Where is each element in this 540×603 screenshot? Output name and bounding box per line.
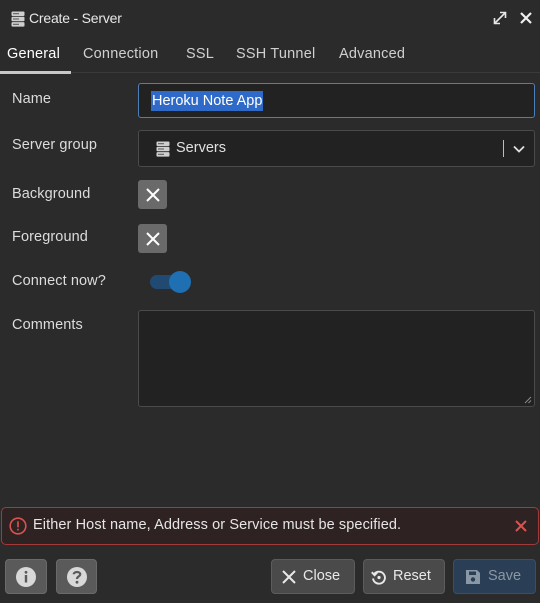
tab-connection[interactable]: Connection	[83, 36, 158, 73]
connect-now-toggle[interactable]	[150, 271, 191, 293]
select-separator	[503, 140, 504, 157]
connect-now-label: Connect now?	[12, 273, 106, 289]
comments-label: Comments	[12, 317, 83, 333]
tab-bar: General Connection SSL SSH Tunnel Advanc…	[0, 36, 540, 73]
server-icon	[156, 141, 170, 157]
server-group-label: Server group	[12, 137, 98, 153]
expand-icon[interactable]	[491, 9, 509, 27]
close-icon	[282, 570, 296, 584]
server-group-select[interactable]: Servers	[138, 130, 535, 167]
save-icon	[466, 570, 480, 584]
name-input-value: Heroku Note App	[151, 91, 264, 111]
foreground-label: Foreground	[12, 229, 88, 245]
server-group-value: Servers	[176, 140, 226, 156]
clear-icon	[145, 231, 160, 246]
tab-advanced[interactable]: Advanced	[339, 36, 405, 73]
background-color-picker[interactable]	[138, 180, 167, 209]
resize-handle-icon[interactable]	[524, 396, 532, 404]
help-icon	[66, 566, 87, 587]
tab-ssh-tunnel[interactable]: SSH Tunnel	[236, 36, 315, 73]
info-icon	[16, 566, 36, 587]
tab-ssl[interactable]: SSL	[186, 36, 214, 73]
clear-icon	[145, 187, 160, 202]
title-bar: Create - Server	[0, 0, 540, 36]
reset-button[interactable]: Reset	[363, 559, 445, 594]
active-tab-indicator	[0, 71, 71, 74]
tab-general[interactable]: General	[7, 36, 60, 73]
help-button[interactable]	[56, 559, 97, 594]
name-input[interactable]: Heroku Note App	[138, 83, 535, 118]
comments-textarea[interactable]	[138, 310, 535, 407]
name-label: Name	[12, 91, 52, 107]
alert-circle-icon	[9, 517, 27, 535]
error-banner: Either Host name, Address or Service mus…	[1, 507, 539, 545]
error-message: Either Host name, Address or Service mus…	[33, 517, 402, 533]
save-button[interactable]: Save	[453, 559, 536, 594]
close-icon[interactable]	[517, 9, 535, 27]
window-title: Create - Server	[29, 10, 122, 26]
background-label: Background	[12, 186, 91, 202]
dialog-footer: Close Reset Save	[0, 551, 540, 603]
toggle-knob	[169, 271, 191, 293]
close-icon[interactable]	[513, 518, 529, 534]
close-button-label: Close	[303, 568, 341, 584]
info-button[interactable]	[5, 559, 47, 594]
reset-button-label: Reset	[393, 568, 431, 584]
close-button[interactable]: Close	[271, 559, 355, 594]
server-icon	[11, 11, 25, 27]
foreground-color-picker[interactable]	[138, 224, 167, 253]
save-button-label: Save	[488, 568, 522, 584]
chevron-down-icon[interactable]	[511, 141, 527, 157]
reset-icon	[371, 570, 386, 585]
